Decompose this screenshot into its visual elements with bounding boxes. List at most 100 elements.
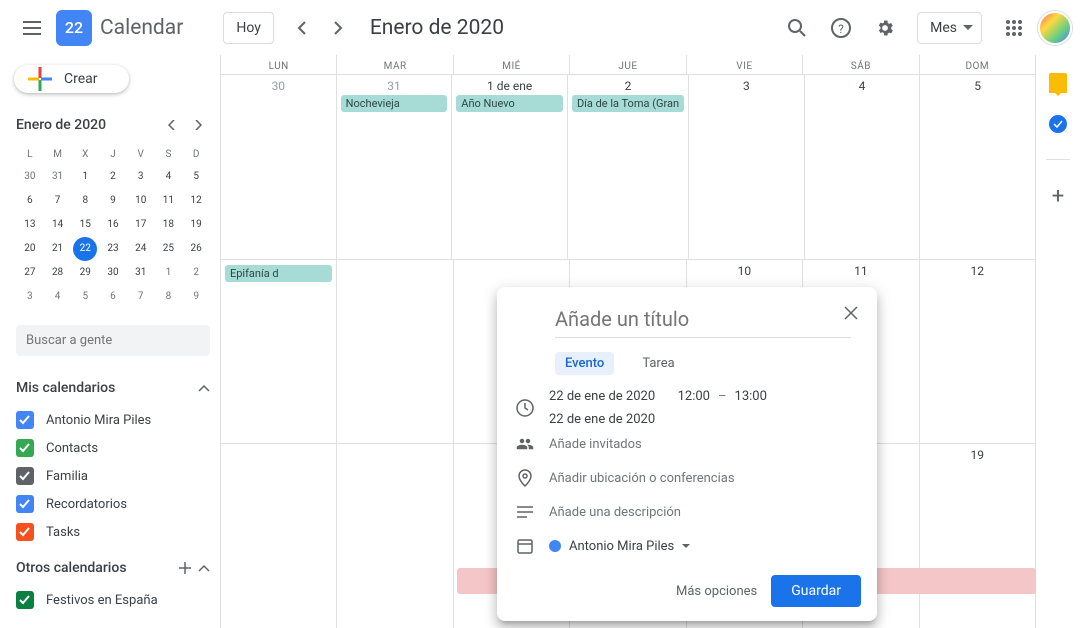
calendar-checkbox[interactable] <box>16 523 34 541</box>
mini-day[interactable]: 22 <box>73 237 97 261</box>
save-button[interactable]: Guardar <box>771 575 861 607</box>
end-time[interactable]: 13:00 <box>735 389 767 404</box>
grid-cell[interactable]: 3 <box>689 75 805 259</box>
calendar-checkbox[interactable] <box>16 439 34 457</box>
create-button[interactable]: Crear <box>14 65 129 93</box>
calendar-list-item[interactable]: Familia <box>16 462 210 490</box>
grid-cell[interactable]: Epifanía d <box>221 260 337 444</box>
mini-day[interactable]: 26 <box>184 237 208 261</box>
grid-cell[interactable]: 2Día de la Toma (Gran <box>568 75 689 259</box>
mini-day[interactable]: 27 <box>18 261 42 285</box>
search-button[interactable] <box>777 8 817 48</box>
guests-row[interactable]: Añade invitados <box>515 427 861 461</box>
mini-day[interactable]: 31 <box>46 165 70 189</box>
mini-day[interactable]: 6 <box>18 189 42 213</box>
mini-day[interactable]: 7 <box>46 189 70 213</box>
mini-day[interactable]: 6 <box>101 285 125 309</box>
calendar-checkbox[interactable] <box>16 467 34 485</box>
mini-day[interactable]: 10 <box>129 189 153 213</box>
calendar-checkbox[interactable] <box>16 411 34 429</box>
add-panel-button[interactable]: + <box>1052 186 1064 208</box>
my-calendars-toggle[interactable]: Mis calendarios <box>16 372 210 404</box>
tasks-panel-icon[interactable] <box>1049 115 1067 133</box>
end-date[interactable]: 22 de ene de 2020 <box>549 412 655 427</box>
event-title-input[interactable] <box>555 301 851 338</box>
description-row[interactable]: Añade una descripción <box>515 495 861 529</box>
mini-day[interactable]: 12 <box>184 189 208 213</box>
start-date[interactable]: 22 de ene de 2020 <box>549 389 655 404</box>
mini-day[interactable]: 30 <box>101 261 125 285</box>
calendar-list-item[interactable]: Festivos en España <box>16 586 210 614</box>
mini-day[interactable]: 21 <box>46 237 70 261</box>
mini-day[interactable]: 17 <box>129 213 153 237</box>
mini-day[interactable]: 2 <box>184 261 208 285</box>
mini-day[interactable]: 9 <box>184 285 208 309</box>
mini-day[interactable]: 25 <box>156 237 180 261</box>
mini-day[interactable]: 5 <box>73 285 97 309</box>
google-apps-button[interactable] <box>994 8 1034 48</box>
start-time[interactable]: 12:00 <box>678 389 710 404</box>
calendar-checkbox[interactable] <box>16 495 34 513</box>
mini-day[interactable]: 5 <box>184 165 208 189</box>
mini-day[interactable]: 28 <box>46 261 70 285</box>
grid-cell[interactable] <box>337 444 453 628</box>
grid-cell[interactable] <box>221 444 337 628</box>
tab-task[interactable]: Tarea <box>632 352 684 375</box>
view-selector[interactable]: Mes <box>917 12 982 44</box>
mini-day[interactable]: 20 <box>18 237 42 261</box>
app-logo[interactable]: 22 Calendar <box>56 10 183 46</box>
event-chip[interactable]: Nochevieja <box>341 95 448 112</box>
grid-cell[interactable]: 5 <box>920 75 1036 259</box>
grid-cell[interactable]: 19 <box>920 444 1036 628</box>
mini-day[interactable]: 18 <box>156 213 180 237</box>
help-button[interactable]: ? <box>821 8 861 48</box>
calendar-list-item[interactable]: Contacts <box>16 434 210 462</box>
settings-button[interactable] <box>865 8 905 48</box>
mini-day[interactable]: 8 <box>156 285 180 309</box>
tab-event[interactable]: Evento <box>555 352 614 375</box>
prev-month-button[interactable] <box>286 12 318 44</box>
mini-day[interactable]: 4 <box>156 165 180 189</box>
account-avatar[interactable] <box>1038 11 1072 45</box>
grid-cell[interactable]: 30 <box>221 75 337 259</box>
mini-day[interactable]: 16 <box>101 213 125 237</box>
mini-day[interactable]: 31 <box>129 261 153 285</box>
location-row[interactable]: Añadir ubicación o conferencias <box>515 461 861 495</box>
event-chip[interactable]: Día de la Toma (Gran <box>572 95 684 112</box>
grid-cell[interactable]: 31Nochevieja <box>337 75 453 259</box>
next-month-button[interactable] <box>322 12 354 44</box>
event-chip[interactable]: Epifanía d <box>225 265 332 282</box>
mini-day[interactable]: 13 <box>18 213 42 237</box>
mini-day[interactable]: 3 <box>129 165 153 189</box>
calendar-selector[interactable]: Antonio Mira Piles <box>549 539 690 554</box>
grid-cell[interactable]: 1 de eneAño Nuevo <box>452 75 568 259</box>
event-chip[interactable]: Año Nuevo <box>456 95 563 112</box>
mini-day[interactable]: 11 <box>156 189 180 213</box>
mini-day[interactable]: 7 <box>129 285 153 309</box>
mini-day[interactable]: 1 <box>73 165 97 189</box>
mini-day[interactable]: 24 <box>129 237 153 261</box>
mini-prev-button[interactable] <box>160 113 184 137</box>
mini-day[interactable]: 23 <box>101 237 125 261</box>
keep-icon[interactable] <box>1049 73 1067 93</box>
more-options-button[interactable]: Más opciones <box>676 584 757 599</box>
mini-day[interactable]: 1 <box>156 261 180 285</box>
mini-next-button[interactable] <box>186 113 210 137</box>
today-button[interactable]: Hoy <box>223 12 274 44</box>
grid-cell[interactable]: 4 <box>805 75 921 259</box>
mini-day[interactable]: 2 <box>101 165 125 189</box>
mini-day[interactable]: 9 <box>101 189 125 213</box>
mini-day[interactable]: 3 <box>18 285 42 309</box>
mini-day[interactable]: 15 <box>73 213 97 237</box>
calendar-list-item[interactable]: Tasks <box>16 518 210 546</box>
other-calendars-toggle[interactable]: Otros calendarios <box>16 552 210 584</box>
mini-day[interactable]: 30 <box>18 165 42 189</box>
calendar-list-item[interactable]: Antonio Mira Piles <box>16 406 210 434</box>
grid-cell[interactable] <box>337 260 453 444</box>
calendar-checkbox[interactable] <box>16 591 34 609</box>
mini-day[interactable]: 4 <box>46 285 70 309</box>
mini-day[interactable]: 14 <box>46 213 70 237</box>
grid-cell[interactable]: 12 <box>920 260 1036 444</box>
mini-day[interactable]: 19 <box>184 213 208 237</box>
add-calendar-icon[interactable] <box>178 561 192 575</box>
